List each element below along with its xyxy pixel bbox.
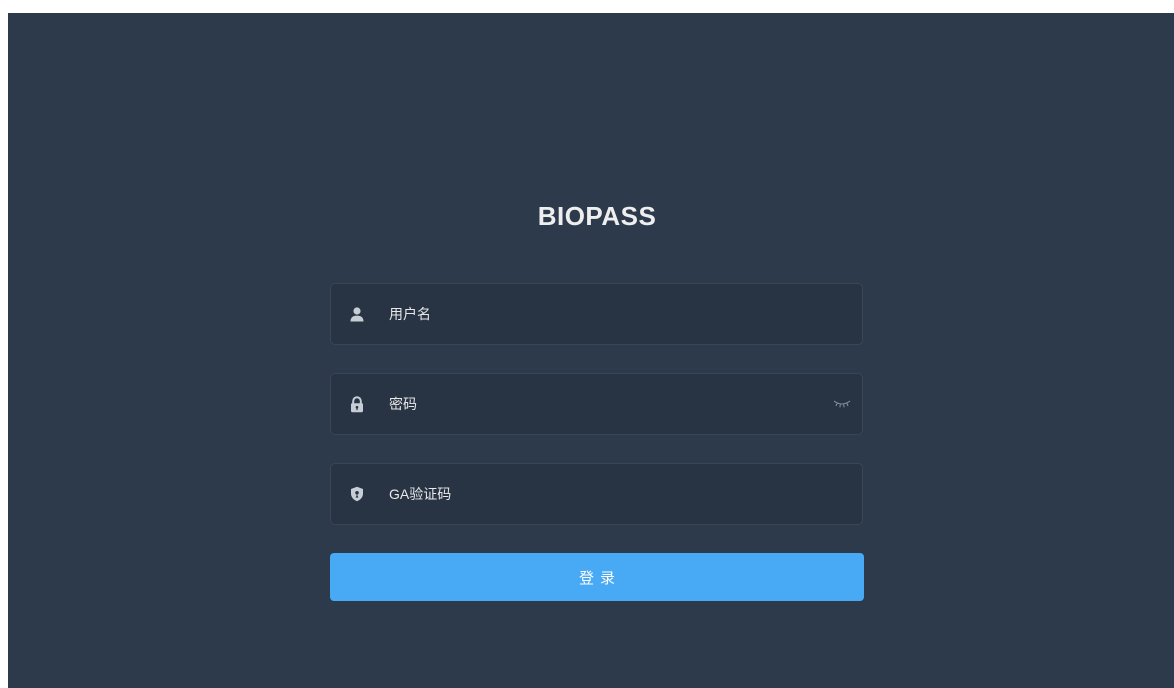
ga-code-field[interactable]	[330, 463, 863, 525]
password-input[interactable]	[389, 374, 809, 434]
username-field[interactable]	[330, 283, 863, 345]
lock-icon	[348, 395, 366, 413]
username-input[interactable]	[389, 284, 809, 344]
password-field[interactable]	[330, 373, 863, 435]
user-icon	[348, 305, 366, 323]
shield-icon	[348, 485, 366, 503]
ga-code-input[interactable]	[389, 464, 809, 524]
eye-closed-icon[interactable]	[832, 397, 852, 411]
login-container: BIOPASS 用户名 GA验证码 登录	[8, 13, 1174, 688]
login-button[interactable]: 登录	[330, 553, 864, 601]
page-title: BIOPASS	[537, 201, 657, 231]
